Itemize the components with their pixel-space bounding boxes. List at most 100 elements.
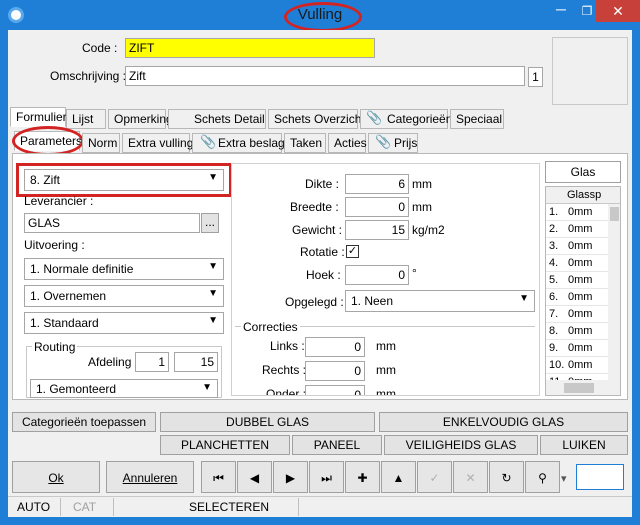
dikte-field[interactable]: 6 (345, 174, 409, 194)
binoculars-search-icon[interactable]: ⚲ (525, 461, 560, 493)
status-divider (60, 498, 61, 516)
ok-button[interactable]: Ok (12, 461, 100, 493)
dubbel-glas-button[interactable]: DUBBEL GLAS (160, 412, 375, 432)
row-value: 0mm (568, 257, 593, 269)
status-auto: AUTO (17, 500, 51, 514)
leverancier-browse-button[interactable]: ... (201, 213, 219, 233)
tab-taken[interactable]: Taken (284, 133, 326, 153)
row-number: 6. (549, 291, 559, 303)
gemonteerd-combo[interactable]: 1. Gemonteerd ▼ (30, 379, 218, 398)
row-number: 1. (549, 206, 559, 218)
tab-formulier[interactable]: Formulier (10, 107, 67, 127)
gemonteerd-combo-value: 1. Gemonteerd (36, 382, 117, 396)
breedte-unit: mm (412, 200, 432, 214)
uitvoering-combo[interactable]: 1. Normale definitie ▼ (24, 258, 224, 280)
code-label: Code : (82, 41, 118, 55)
row-number: 7. (549, 308, 559, 320)
row-number: 8. (549, 325, 559, 337)
routing-label: Routing (32, 340, 78, 354)
chevron-down-icon: ▼ (208, 315, 218, 326)
onder-field[interactable]: 0 (305, 385, 365, 395)
table-row[interactable]: 10. 0mm (546, 357, 608, 374)
gewicht-unit: kg/m2 (412, 223, 445, 237)
paperclip-icon: 📎 (366, 110, 383, 125)
tab-lijst[interactable]: Lijst (66, 109, 106, 129)
cancel-icon: ✕ (453, 461, 488, 493)
rechts-label: Rechts : (262, 363, 307, 377)
annuleren-button[interactable]: Annuleren (106, 461, 194, 493)
rotatie-label: Rotatie : (300, 245, 345, 259)
hoek-field[interactable]: 0 (345, 265, 409, 285)
gewicht-field[interactable]: 15 (345, 220, 409, 240)
counter-field: 1 (528, 67, 543, 87)
opgelegd-combo[interactable]: 1. Neen ▼ (345, 290, 535, 312)
table-row[interactable]: 1. 0mm (546, 204, 608, 221)
table-row[interactable]: 6. 0mm (546, 289, 608, 306)
vertical-scrollbar-thumb[interactable] (610, 207, 619, 221)
last-record-icon[interactable]: ⏭ (309, 461, 344, 493)
onder-label: Onder : (266, 387, 307, 395)
code-field[interactable]: ZIFT (125, 38, 375, 58)
breedte-field[interactable]: 0 (345, 197, 409, 217)
table-row[interactable]: 5. 0mm (546, 272, 608, 289)
chevron-down-icon: ▼ (208, 261, 218, 272)
row-value: 0mm (568, 325, 593, 337)
links-field[interactable]: 0 (305, 337, 365, 357)
veiligheids-glas-button[interactable]: VEILIGHEIDS GLAS (384, 435, 538, 455)
rotatie-checkbox[interactable]: ✓ (346, 245, 359, 258)
hoek-label: Hoek : (306, 268, 341, 282)
close-button[interactable]: ✕ (596, 0, 640, 22)
tab-extra-vulling[interactable]: Extra vulling (122, 133, 193, 153)
row-number: 4. (549, 257, 559, 269)
rechts-unit: mm (376, 363, 396, 377)
first-record-icon[interactable]: ⏮ (201, 461, 236, 493)
uitvoering-combo-value: 1. Normale definitie (30, 262, 134, 276)
leverancier-field[interactable]: GLAS (24, 213, 200, 233)
previous-record-icon[interactable]: ◀ (237, 461, 272, 493)
add-record-icon[interactable]: ✚ (345, 461, 380, 493)
links-unit: mm (376, 339, 396, 353)
tab-norm[interactable]: Norm (82, 133, 120, 153)
status-divider (113, 498, 114, 516)
table-row[interactable]: 4. 0mm (546, 255, 608, 272)
tab-speciaal[interactable]: Speciaal (450, 109, 504, 129)
hoek-unit: ° (412, 266, 417, 280)
omschrijving-field[interactable]: Zift (125, 66, 525, 86)
planchetten-button[interactable]: PLANCHETTEN (160, 435, 290, 455)
search-dropdown-icon[interactable]: ▾ (561, 472, 567, 485)
vertical-scrollbar[interactable] (608, 204, 620, 380)
tab-acties[interactable]: Acties (328, 133, 367, 153)
opgelegd-label: Opgelegd : (285, 295, 344, 309)
table-row[interactable]: 2. 0mm (546, 221, 608, 238)
status-cat: CAT (73, 500, 97, 514)
overnemen-combo[interactable]: 1. Overnemen ▼ (24, 285, 224, 307)
horizontal-scrollbar-thumb[interactable] (564, 383, 594, 393)
grid-rows: 1. 0mm 2. 0mm 3. 0mm 4. 0mm 5. 0mm 6. 0mm 7. 0m… (546, 204, 608, 391)
refresh-icon[interactable]: ↻ (489, 461, 524, 493)
afdeling-field-1[interactable]: 1 (135, 352, 169, 372)
afdeling-field-2[interactable]: 15 (174, 352, 218, 372)
rechts-field[interactable]: 0 (305, 361, 365, 381)
paneel-button[interactable]: PANEEL (292, 435, 382, 455)
overnemen-combo-value: 1. Overnemen (30, 289, 107, 303)
onder-unit: mm (376, 387, 396, 395)
next-record-icon[interactable]: ▶ (273, 461, 308, 493)
tab-schets-overzicht[interactable]: Schets Overzicht (268, 109, 365, 129)
tab-opmerking[interactable]: Opmerking (108, 109, 173, 129)
categorieen-toepassen-button[interactable]: Categorieën toepassen (12, 412, 156, 432)
paperclip-icon: 📎 (375, 134, 392, 149)
edit-record-icon[interactable]: ▲ (381, 461, 416, 493)
record-search-field[interactable] (576, 464, 624, 490)
glas-spelingen-button[interactable]: Glas spelingen (545, 161, 621, 199)
luiken-button[interactable]: LUIKEN (540, 435, 628, 455)
tab-schets-detail[interactable]: Schets Detail (168, 109, 266, 129)
uitvoering-label: Uitvoering : (24, 238, 85, 252)
minimize-button[interactable]: ─ (548, 0, 574, 22)
table-row[interactable]: 3. 0mm (546, 238, 608, 255)
table-row[interactable]: 9. 0mm (546, 340, 608, 357)
standaard-combo[interactable]: 1. Standaard ▼ (24, 312, 224, 334)
table-row[interactable]: 7. 0mm (546, 306, 608, 323)
table-row[interactable]: 8. 0mm (546, 323, 608, 340)
row-value: 0mm (568, 240, 593, 252)
enkelvoudig-glas-button[interactable]: ENKELVOUDIG GLAS (379, 412, 628, 432)
